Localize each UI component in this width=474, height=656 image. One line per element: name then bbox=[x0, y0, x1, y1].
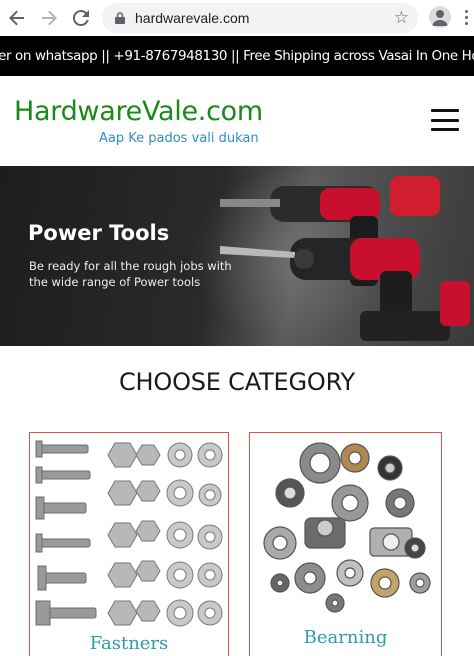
site-tagline: Aap Ke pados vali dukan bbox=[99, 131, 259, 146]
category-card-fastners[interactable]: Fastners bbox=[29, 432, 229, 656]
browser-toolbar: hardwarevale.com ☆ bbox=[0, 0, 474, 36]
lock-icon bbox=[114, 12, 126, 24]
hero-banner[interactable]: Power Tools Be ready for all the rough j… bbox=[0, 166, 474, 346]
banner-subtitle: Be ready for all the rough jobs with the… bbox=[29, 259, 232, 289]
site-header: HardwareVale.com Aap Ke pados vali dukan bbox=[0, 76, 474, 166]
forward-arrow-icon[interactable] bbox=[38, 7, 60, 29]
hamburger-menu-icon[interactable] bbox=[431, 109, 459, 131]
choose-category-heading: CHOOSE CATEGORY bbox=[118, 368, 356, 396]
category-label-fastners[interactable]: Fastners bbox=[30, 633, 228, 654]
fastners-image bbox=[35, 440, 223, 627]
url-text: hardwarevale.com bbox=[135, 10, 250, 26]
category-label-bearning[interactable]: Bearning bbox=[250, 627, 441, 648]
reload-icon[interactable] bbox=[70, 7, 92, 29]
more-vert-icon[interactable] bbox=[463, 10, 469, 25]
site-logo[interactable]: HardwareVale.com bbox=[14, 96, 263, 127]
address-bar[interactable]: hardwarevale.com ☆ bbox=[102, 3, 418, 33]
star-icon[interactable]: ☆ bbox=[394, 8, 409, 28]
bearings-image bbox=[263, 442, 431, 613]
promo-bar: Order on whatsapp || +91-8767948130 || F… bbox=[0, 36, 474, 76]
power-drill-image bbox=[220, 176, 470, 341]
back-arrow-icon[interactable] bbox=[6, 7, 28, 29]
profile-icon[interactable] bbox=[429, 6, 451, 28]
promo-text: Order on whatsapp || +91-8767948130 || F… bbox=[0, 48, 474, 64]
category-card-bearning[interactable]: Bearning bbox=[249, 432, 442, 656]
banner-title: Power Tools bbox=[28, 221, 170, 245]
